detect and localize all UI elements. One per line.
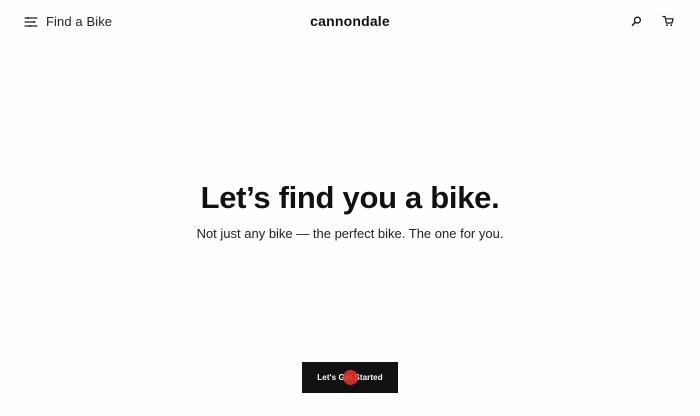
site-header: Find a Bike cannondale xyxy=(0,0,700,44)
hero-title: Let’s find you a bike. xyxy=(200,180,500,215)
search-icon[interactable] xyxy=(631,16,642,27)
cart-icon[interactable] xyxy=(662,15,674,27)
hero-subtitle: Not just any bike — the perfect bike. Th… xyxy=(196,226,504,241)
click-indicator xyxy=(343,370,358,385)
brand-wordmark[interactable]: cannondale xyxy=(310,12,390,30)
page: Find a Bike cannondale Let’s find you a … xyxy=(0,0,700,416)
brand-logo[interactable]: cannondale xyxy=(0,12,700,30)
